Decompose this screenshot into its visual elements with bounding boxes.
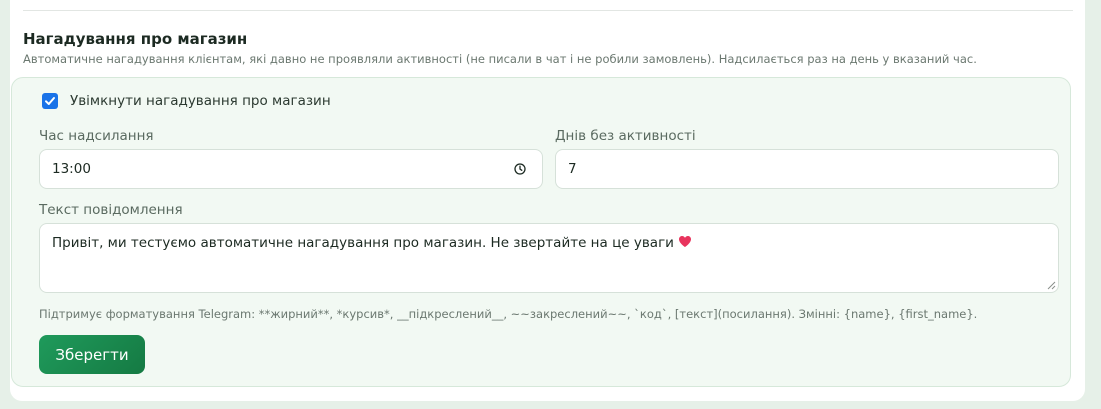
enable-reminder-toggle[interactable]: Увімкнути нагадування про магазин (42, 93, 331, 109)
resize-grip-icon[interactable] (1047, 281, 1056, 290)
message-text-value: Привіт, ми тестуємо автоматичне нагадува… (52, 235, 674, 251)
divider (23, 10, 1073, 11)
format-hint: Підтримує форматування Telegram: **жирни… (39, 307, 978, 321)
reminder-settings-panel: Увімкнути нагадування про магазин Час на… (11, 77, 1071, 387)
enable-reminder-label: Увімкнути нагадування про магазин (70, 93, 331, 109)
checkmark-icon (45, 97, 55, 105)
message-text-label: Текст повідомлення (39, 202, 183, 218)
inactive-days-input[interactable]: 7 (555, 149, 1059, 189)
heart-icon (679, 236, 692, 247)
enable-reminder-checkbox[interactable] (42, 93, 58, 109)
section-title: Нагадування про магазин (23, 30, 248, 48)
clock-icon[interactable] (514, 163, 526, 175)
send-time-input[interactable]: 13:00 (39, 149, 543, 189)
save-button[interactable]: Зберегти (39, 335, 145, 374)
message-textarea[interactable]: Привіт, ми тестуємо автоматичне нагадува… (39, 223, 1059, 293)
section-description: Автоматичне нагадування клієнтам, які да… (23, 52, 977, 66)
inactive-days-value: 7 (568, 161, 577, 177)
send-time-label: Час надсилання (39, 128, 154, 144)
send-time-value: 13:00 (52, 161, 91, 177)
settings-card: Нагадування про магазин Автоматичне нага… (10, 0, 1085, 401)
inactive-days-label: Днів без активності (555, 128, 696, 144)
